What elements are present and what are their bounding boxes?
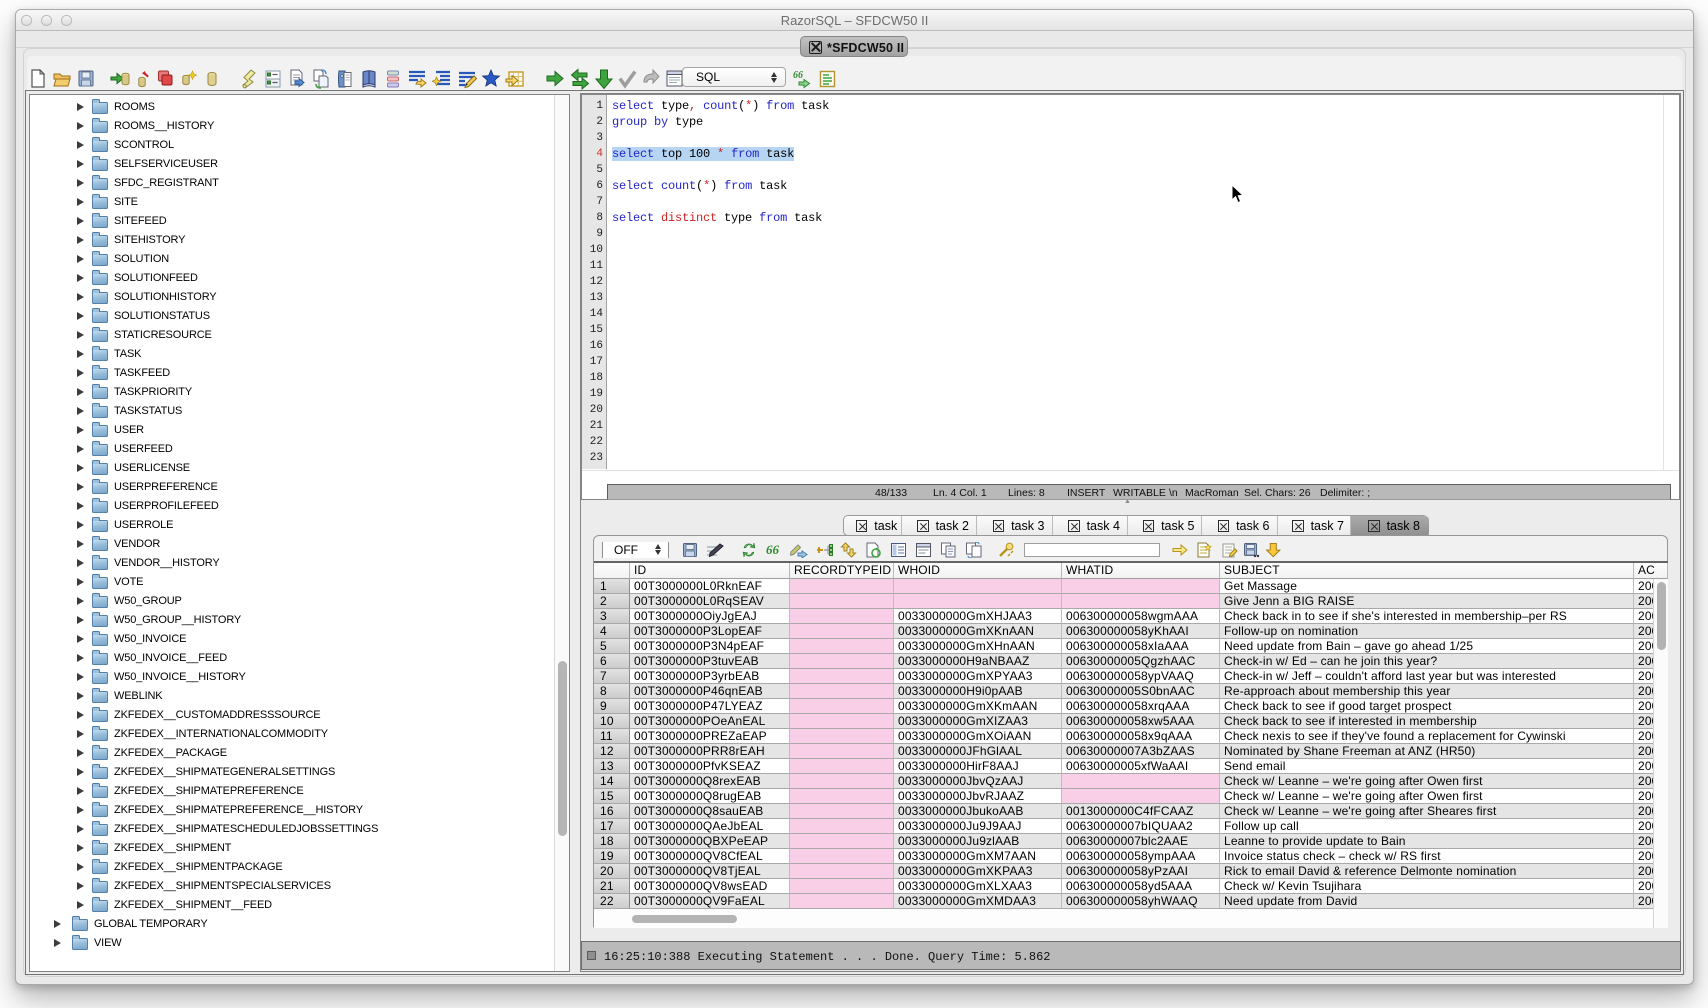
svg-text:66: 66 bbox=[793, 70, 803, 81]
svg-text:66: 66 bbox=[766, 542, 780, 557]
